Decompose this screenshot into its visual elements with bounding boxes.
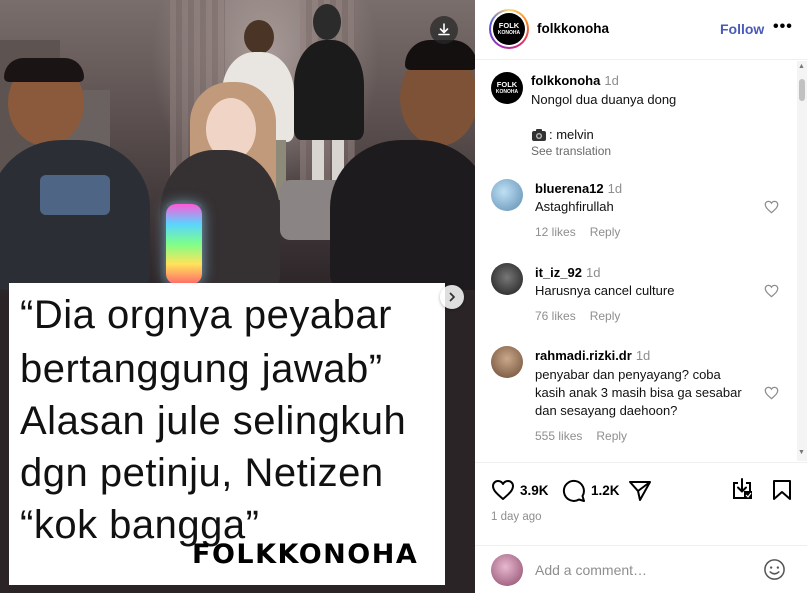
bookmark-action[interactable] <box>772 479 792 501</box>
chevron-right-icon <box>449 292 455 302</box>
share-icon[interactable] <box>628 480 652 502</box>
like-comment-heart-icon[interactable] <box>764 284 779 298</box>
heart-icon[interactable] <box>491 479 515 501</box>
post-viewer: “Dia orgnya peyabar bertanggung jawab” A… <box>0 0 807 593</box>
caption-line-2: bertanggung jawab” <box>20 347 383 391</box>
comment-text-line: penyabar dan penyayang? coba <box>535 367 721 382</box>
like-count: 3.9K <box>520 482 549 498</box>
comment-text: Harusnya cancel culture <box>535 283 675 298</box>
reply-button[interactable]: Reply <box>590 225 621 239</box>
post-timestamp[interactable]: 1 day ago <box>491 511 542 523</box>
comment-username[interactable]: rahmadi.rizki.dr 1d <box>535 348 650 363</box>
post-header: FOLK KONOHA folkkonoha Follow ••• <box>475 0 807 60</box>
comment-text-line: kasih anak 3 masih bisa ga sesabar <box>535 385 742 400</box>
video-frame-image <box>0 0 475 300</box>
see-translation-link[interactable]: See translation <box>531 144 611 158</box>
story-ring[interactable]: FOLK KONOHA <box>489 9 529 49</box>
reply-button[interactable]: Reply <box>596 429 627 443</box>
next-slide-button[interactable] <box>440 285 464 309</box>
scrollbar-thumb[interactable] <box>799 79 805 101</box>
comment-likes[interactable]: 76 likes <box>535 309 576 323</box>
comments-list: FOLK KONOHA folkkonoha 1d Nongol dua duan… <box>475 61 797 461</box>
save-download-icon[interactable] <box>731 478 753 500</box>
comment-text: Astaghfirullah <box>535 199 614 214</box>
save-download-action[interactable] <box>731 478 753 500</box>
avatar[interactable] <box>491 263 523 295</box>
brand-watermark: FOLKKONOHA <box>192 539 419 570</box>
reply-button[interactable]: Reply <box>590 309 621 323</box>
comment-action[interactable]: 1.2K <box>562 479 620 502</box>
bookmark-icon[interactable] <box>772 479 792 501</box>
camera-icon <box>532 129 546 141</box>
like-action[interactable]: 3.9K <box>491 479 549 501</box>
comment-count: 1.2K <box>591 483 620 498</box>
download-button[interactable] <box>430 16 458 44</box>
caption-line-4: dgn petinju, Netizen <box>20 451 384 495</box>
post-media[interactable]: “Dia orgnya peyabar bertanggung jawab” A… <box>0 0 475 593</box>
share-action[interactable] <box>628 480 652 502</box>
caption-text: Nongol dua duanya dong <box>531 92 677 107</box>
comment-username[interactable]: bluerena12 1d <box>535 181 622 196</box>
avatar[interactable] <box>491 179 523 211</box>
caption-line-1: “Dia orgnya peyabar <box>20 293 392 337</box>
download-icon <box>438 23 450 36</box>
like-comment-heart-icon[interactable] <box>764 386 779 400</box>
comment-meta: 555 likes Reply <box>535 429 641 443</box>
comment-input[interactable] <box>535 559 755 581</box>
comment-meta: 12 likes Reply <box>535 225 634 239</box>
follow-button[interactable]: Follow <box>720 21 764 37</box>
comment-meta: 76 likes Reply <box>535 309 634 323</box>
comment-likes[interactable]: 555 likes <box>535 429 582 443</box>
caption-line-3: Alasan jule selingkuh <box>20 399 407 443</box>
post-details-panel: FOLK KONOHA folkkonoha Follow ••• FOLK K… <box>475 0 807 593</box>
caption-username[interactable]: folkkonoha 1d <box>531 73 619 88</box>
comment-icon[interactable] <box>562 479 586 502</box>
comments-scrollbar[interactable]: ▲ ▼ <box>797 61 807 461</box>
scroll-down-arrow-icon[interactable]: ▼ <box>798 449 805 456</box>
add-comment-bar <box>475 545 807 593</box>
post-actions: 3.9K 1.2K 1 day ago <box>475 462 807 547</box>
more-options-button[interactable]: ••• <box>773 18 793 36</box>
emoji-icon[interactable] <box>763 558 786 581</box>
caption-card: “Dia orgnya peyabar bertanggung jawab” A… <box>9 283 445 585</box>
comment-username[interactable]: it_iz_92 1d <box>535 265 600 280</box>
current-user-avatar[interactable] <box>491 554 523 586</box>
caption-credit: : melvin <box>531 126 594 144</box>
like-comment-heart-icon[interactable] <box>764 200 779 214</box>
avatar: FOLK KONOHA <box>493 13 525 45</box>
avatar[interactable] <box>491 346 523 378</box>
scroll-up-arrow-icon[interactable]: ▲ <box>798 63 805 70</box>
comment-text-line: dan sesayang daehoon? <box>535 403 678 418</box>
comment-likes[interactable]: 12 likes <box>535 225 576 239</box>
caption-author-avatar[interactable]: FOLK KONOHA <box>491 72 523 104</box>
post-author-username[interactable]: folkkonoha <box>537 21 609 36</box>
